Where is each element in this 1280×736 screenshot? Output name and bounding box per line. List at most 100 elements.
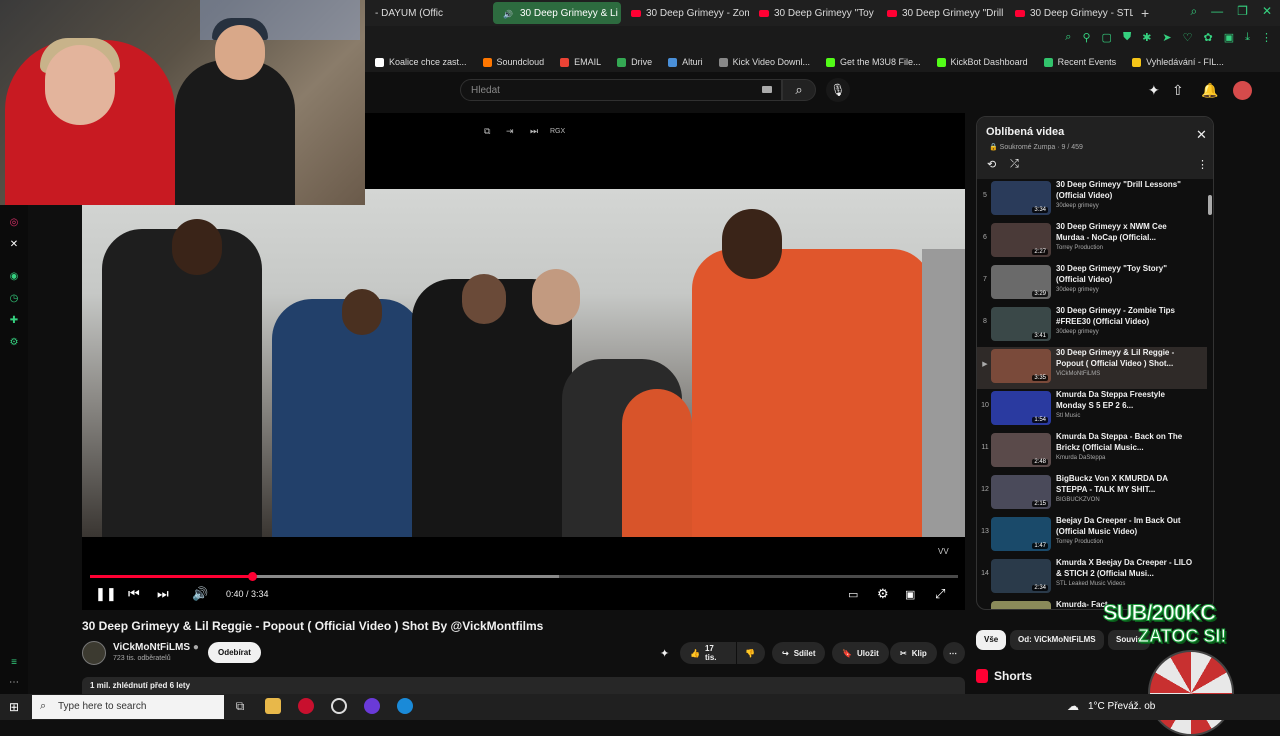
close-playlist-icon[interactable]: ✕ <box>1196 127 1207 143</box>
address-bar[interactable]: ⌕ ⚲ ▢ ⛊ ✱ ➤ ♡ ✿ ▣ ⤓ ⋮ <box>365 26 1280 52</box>
bookmark-item[interactable]: Vyhledávání - FIL... <box>1132 57 1224 67</box>
playlist-thumbnail[interactable]: 1:54 <box>991 391 1051 425</box>
filter-chip[interactable]: Od: ViCkMoNtFiLMS <box>1010 630 1104 650</box>
opera-gx-icon[interactable] <box>298 698 314 714</box>
playlist-thumbnail[interactable]: 2:15 <box>991 475 1051 509</box>
share-button[interactable]: ↪ Sdílet <box>772 642 826 664</box>
bookmark-item[interactable]: EMAIL <box>560 57 601 67</box>
bookmark-item[interactable]: Drive <box>617 57 652 67</box>
voice-search-button[interactable]: 🎙 <box>826 78 850 102</box>
playlist-thumbnail[interactable]: 3:29 <box>991 265 1051 299</box>
subscribe-button[interactable]: Odebírat <box>208 642 261 663</box>
previous-icon[interactable]: ⏮ <box>128 586 140 602</box>
extensions-icon[interactable]: ✿ <box>1204 31 1213 44</box>
video-frame[interactable] <box>82 189 965 537</box>
browser-tab[interactable]: 🔊 30 Deep Grimeyy & Li <box>493 2 621 24</box>
playlist-thumbnail[interactable]: 3:41 <box>991 307 1051 341</box>
browser-tab[interactable]: - DAYUM (Offic <box>365 2 493 24</box>
search-tabs-icon[interactable]: ⌕ <box>1190 4 1197 19</box>
windows-start-icon[interactable]: ⊞ <box>9 700 19 714</box>
settings-icon[interactable]: ⚙ <box>8 337 20 349</box>
playlist-item[interactable]: 5 3:34 30 Deep Grimeyy "Drill Lessons" (Of… <box>977 179 1207 221</box>
theater-mode-icon[interactable]: ▣ <box>905 588 915 601</box>
play-circle-icon[interactable]: ◉ <box>8 271 20 283</box>
browser-tab[interactable]: 30 Deep Grimeyy - Zomb <box>621 2 749 24</box>
pip-icon[interactable]: ⇥ <box>506 126 514 137</box>
playlist-thumbnail[interactable] <box>991 601 1051 609</box>
playlist-item[interactable]: 10 1:54 Kmurda Da Steppa Freestyle Monday … <box>977 389 1207 431</box>
bookmark-item[interactable]: Koalice chce zast... <box>375 57 467 67</box>
playlist-menu-icon[interactable]: ⋮ <box>1197 158 1208 171</box>
filter-chip[interactable]: Vše <box>976 630 1007 650</box>
search-button[interactable]: ⌕ <box>782 79 816 101</box>
browser-tab[interactable]: 30 Deep Grimeyy "Drill Le <box>877 2 1005 24</box>
minimize-icon[interactable]: — <box>1211 4 1223 19</box>
playlist-thumbnail[interactable]: 2:48 <box>991 433 1051 467</box>
pin-icon[interactable]: ⚲ <box>1082 31 1090 44</box>
taskbar-search-input[interactable]: Type here to search <box>32 695 224 719</box>
playlist-scrollbar[interactable] <box>1208 195 1212 215</box>
bell-icon[interactable]: 🔔 <box>1201 82 1218 99</box>
upload-icon[interactable]: ⇧ <box>1172 82 1184 99</box>
shuffle-icon[interactable]: ⤮ <box>1010 158 1019 171</box>
settings-gear-icon[interactable]: ⚙ <box>877 586 889 602</box>
bookmark-item[interactable]: Soundcloud <box>482 57 544 67</box>
extension-puzzle-icon[interactable]: ✦ <box>1148 82 1160 99</box>
search-input[interactable]: Hledat <box>460 79 782 101</box>
description-box[interactable]: 1 mil. zhlédnutí před 6 lety <box>82 677 965 695</box>
loop-icon[interactable]: ⟲ <box>987 158 996 171</box>
wallet-icon[interactable]: ▣ <box>1224 31 1234 44</box>
browser-tab[interactable]: 30 Deep Grimeyy - STL B <box>1005 2 1133 24</box>
like-button[interactable]: 👍 17 tis. <box>680 642 736 664</box>
clip-button[interactable]: ✂ Klip <box>890 642 937 664</box>
browser-tab[interactable]: 30 Deep Grimeyy "Toy St <box>749 2 877 24</box>
gx-icon[interactable]: ≡ <box>8 657 20 669</box>
x-icon[interactable]: ✕ <box>8 239 20 251</box>
keyboard-icon[interactable] <box>762 86 772 93</box>
pause-icon[interactable]: ❚❚ <box>95 586 117 602</box>
playlist-thumbnail[interactable]: 1:47 <box>991 517 1051 551</box>
zoom-icon[interactable]: ⌕ <box>1065 31 1071 44</box>
puzzle-icon[interactable]: ✚ <box>8 315 20 327</box>
obs-icon[interactable] <box>331 698 347 714</box>
playlist-item[interactable]: 14 2:34 Kmurda X Beejay Da Creeper - LILO … <box>977 557 1207 599</box>
menu-icon[interactable]: ⋮ <box>1261 31 1272 44</box>
playlist-item[interactable]: 13 1:47 Beejay Da Creeper - Im Back Out (O… <box>977 515 1207 557</box>
skip-icon[interactable]: ⏭ <box>530 126 538 137</box>
captions-icon[interactable]: ▭ <box>848 588 858 601</box>
fullscreen-icon[interactable]: ⤢ <box>935 586 945 602</box>
heart-icon[interactable]: ♡ <box>1183 31 1193 44</box>
screenshot-icon[interactable]: ▢ <box>1102 31 1112 44</box>
channel-avatar[interactable] <box>82 641 106 665</box>
playlist-item[interactable]: ▶ 3:35 30 Deep Grimeyy & Lil Reggie - Popo… <box>977 347 1207 389</box>
download-icon[interactable]: ⤓ <box>1245 31 1250 44</box>
send-icon[interactable]: ➤ <box>1162 31 1171 44</box>
shield-icon[interactable]: ⛊ <box>1123 31 1131 44</box>
bookmark-item[interactable]: KickBot Dashboard <box>936 57 1028 67</box>
save-button[interactable]: 🔖 Uložit <box>832 642 889 664</box>
miniplayer-icon[interactable]: ⧉ <box>484 126 490 137</box>
new-tab-button[interactable]: + <box>1133 5 1157 21</box>
more-icon[interactable]: ⋯ <box>8 677 20 689</box>
app-icon[interactable] <box>364 698 380 714</box>
edge-icon[interactable] <box>397 698 413 714</box>
translate-icon[interactable]: ✱ <box>1142 31 1151 44</box>
next-icon[interactable]: ⏭ <box>157 586 169 602</box>
playlist-thumbnail[interactable]: 3:34 <box>991 181 1051 215</box>
playlist-item[interactable]: 6 2:27 30 Deep Grimeyy x NWM Cee Murdaa - … <box>977 221 1207 263</box>
bookmark-item[interactable]: Get the M3U8 File... <box>826 57 921 67</box>
instagram-icon[interactable]: ◎ <box>8 217 20 229</box>
volume-icon[interactable]: 🔊 <box>192 586 208 602</box>
playlist-item[interactable]: 7 3:29 30 Deep Grimeyy "Toy Story" (Offici… <box>977 263 1207 305</box>
playlist-item[interactable]: 8 3:41 30 Deep Grimeyy - Zombie Tips #FREE… <box>977 305 1207 347</box>
task-view-icon[interactable]: ⧉ <box>232 698 248 714</box>
dislike-button[interactable]: 👎 <box>737 642 765 664</box>
close-window-icon[interactable]: ✕ <box>1262 4 1272 19</box>
channel-name[interactable]: ViCkMoNtFiLMS ● <box>113 642 199 653</box>
more-actions-button[interactable]: ⋯ <box>943 642 965 664</box>
maximize-icon[interactable]: ❐ <box>1237 4 1248 19</box>
playlist-thumbnail[interactable]: 2:27 <box>991 223 1051 257</box>
file-explorer-icon[interactable] <box>265 698 281 714</box>
clock-icon[interactable]: ◷ <box>8 293 20 305</box>
bookmark-item[interactable]: Alturi <box>668 57 703 67</box>
